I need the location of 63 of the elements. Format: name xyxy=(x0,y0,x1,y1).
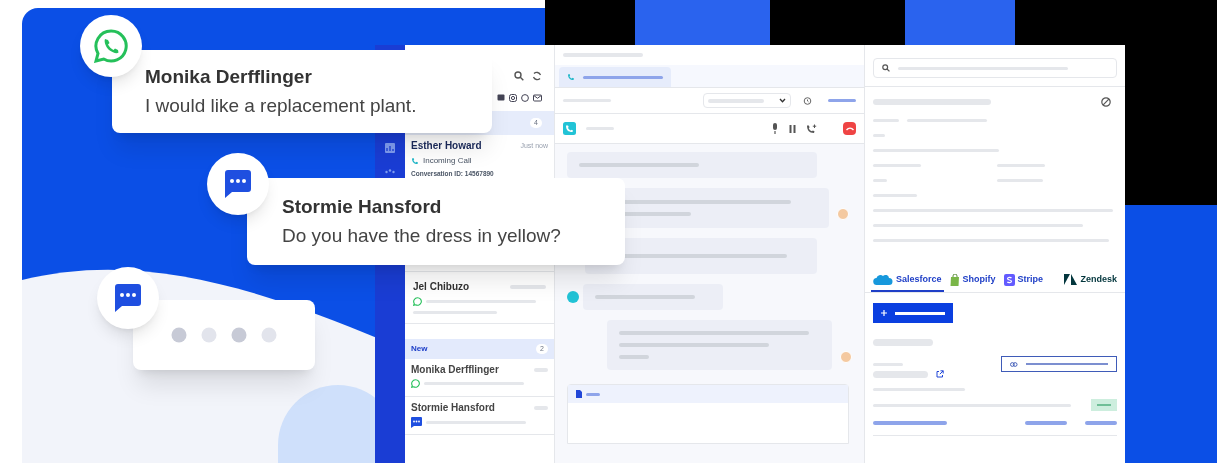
hang-up-button[interactable] xyxy=(843,122,856,135)
placeholder-bar xyxy=(873,339,933,346)
conversation-item[interactable]: Stormie Hansford xyxy=(405,397,554,435)
phone-plus-icon[interactable] xyxy=(806,123,817,134)
conversation-item[interactable]: Jel Chibuzo xyxy=(405,272,554,324)
camera-icon[interactable] xyxy=(509,94,517,102)
message-text: I would like a replacement plant. xyxy=(145,94,418,118)
refresh-icon[interactable] xyxy=(532,71,542,81)
contact-name: Jel Chibuzo xyxy=(413,282,470,292)
add-button[interactable] xyxy=(873,303,953,323)
chart-icon xyxy=(385,143,395,153)
phone-icon xyxy=(567,73,575,81)
alarm-clock-icon[interactable] xyxy=(803,96,812,105)
chevron-down-icon xyxy=(779,98,786,103)
chat-bubble-icon xyxy=(113,283,143,313)
placeholder-bar xyxy=(1025,421,1067,425)
zendesk-logo-icon xyxy=(1064,274,1078,285)
envelope-icon[interactable] xyxy=(533,94,542,102)
microphone-icon[interactable] xyxy=(771,123,779,134)
shopping-bag-icon xyxy=(949,273,960,286)
block-icon[interactable] xyxy=(1101,97,1111,107)
chat-bubble-icon xyxy=(223,169,253,199)
sender-name: Monika Derfflinger xyxy=(145,65,313,89)
integration-tab[interactable]: Zendesk xyxy=(1062,269,1119,292)
contact-name: Stormie Hansford xyxy=(411,403,495,413)
call-status: Incoming Call xyxy=(423,154,472,167)
avatar xyxy=(837,208,849,220)
integration-tab[interactable]: Salesforce xyxy=(871,269,944,292)
typing-indicator-icon xyxy=(171,327,277,343)
placeholder-bar xyxy=(873,370,928,378)
sender-name: Stormie Hansford xyxy=(282,195,443,219)
chat-bubble-icon xyxy=(94,29,128,63)
placeholder-bar xyxy=(828,99,856,102)
conversation-item[interactable]: Monika Derfflinger xyxy=(405,359,554,397)
stripe-logo-icon xyxy=(1003,273,1015,286)
contact-name: Monika Derfflinger xyxy=(411,365,499,375)
search-icon xyxy=(882,64,890,72)
message-text: Do you have the dress in yellow? xyxy=(282,224,562,248)
avatar xyxy=(567,291,579,303)
message-icon[interactable] xyxy=(497,94,505,102)
status-chip xyxy=(1091,399,1117,411)
cloud-icon xyxy=(873,273,893,286)
plus-icon xyxy=(881,310,887,316)
chat-bubble-icon xyxy=(411,417,422,428)
link-field[interactable] xyxy=(1001,356,1117,372)
section-label: New xyxy=(411,343,428,355)
chat-bubble-icon xyxy=(411,379,420,388)
phone-icon xyxy=(563,122,576,135)
placeholder-bar xyxy=(1085,421,1117,425)
chat-bubble-icon xyxy=(413,297,422,306)
pause-icon[interactable] xyxy=(789,124,796,133)
integration-tab[interactable]: Shopify xyxy=(947,269,998,292)
external-link-icon[interactable] xyxy=(936,370,944,378)
contact-name: Esther Howard xyxy=(411,141,482,152)
phone-icon xyxy=(411,156,419,165)
dots-icon xyxy=(385,169,395,175)
link-icon xyxy=(1010,361,1018,367)
integration-tab[interactable]: Stripe xyxy=(1001,269,1046,292)
avatar xyxy=(840,351,852,363)
search-field[interactable] xyxy=(873,58,1117,78)
hang-up-icon xyxy=(845,126,854,131)
search-icon[interactable] xyxy=(514,71,524,81)
document-icon xyxy=(576,390,582,398)
